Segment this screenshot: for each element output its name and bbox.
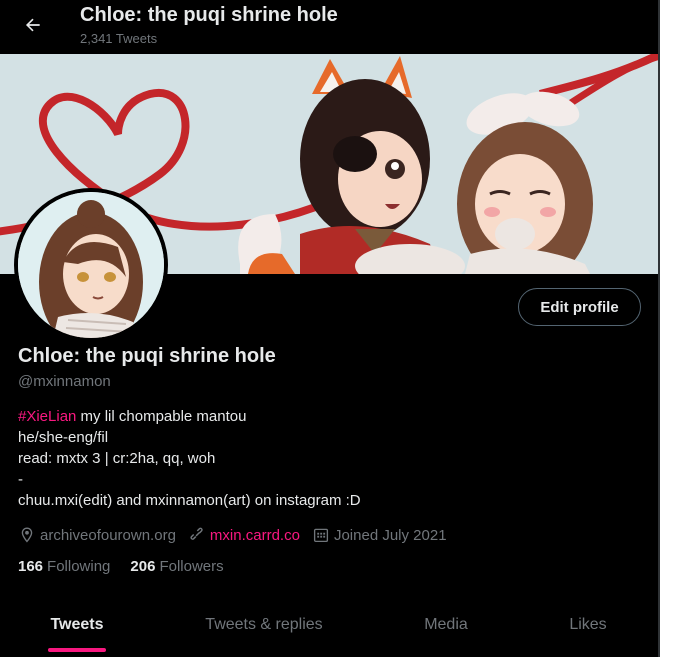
profile-column: Chloe: the puqi shrine hole 2,341 Tweets: [0, 0, 658, 657]
profile-joined: Joined July 2021: [312, 526, 447, 544]
tab-media-label: Media: [424, 616, 468, 633]
profile-bio: #XieLian my lil chompable mantou he/she-…: [18, 406, 361, 511]
bio-line-5: chuu.mxi(edit) and mxinnamon(art) on ins…: [18, 492, 361, 509]
avatar-illustration: [18, 192, 164, 338]
tweet-count: 2,341 Tweets: [80, 31, 158, 46]
profile-name: Chloe: the puqi shrine hole: [18, 345, 276, 367]
tab-likes[interactable]: Likes: [518, 600, 658, 650]
bio-line-4: -: [18, 471, 23, 488]
bio-line-1-text: my lil chompable mantou: [76, 408, 247, 425]
profile-tabs: Tweets Tweets & replies Media Likes: [0, 600, 658, 657]
website-link[interactable]: mxin.carrd.co: [210, 527, 300, 544]
location-text: archiveofourown.org: [40, 526, 176, 544]
header-title: Chloe: the puqi shrine hole: [80, 4, 338, 26]
profile-meta: archiveofourown.org mxin.carrd.co Joined…: [18, 524, 459, 546]
edit-profile-button[interactable]: Edit profile: [518, 288, 641, 326]
followers-count: 206: [130, 558, 156, 575]
profile-stats: 166 Following 206 Followers: [18, 558, 244, 575]
profile-website: mxin.carrd.co: [188, 526, 300, 544]
tab-likes-label: Likes: [569, 616, 607, 633]
following-count: 166: [18, 558, 44, 575]
column-divider: [658, 0, 660, 657]
profile-avatar[interactable]: [14, 188, 168, 342]
app: Chloe: the puqi shrine hole 2,341 Tweets: [0, 0, 680, 657]
followers-link[interactable]: 206 Followers: [130, 558, 223, 575]
profile-handle: @mxinnamon: [18, 373, 111, 390]
bio-line-2: he/she-eng/fil: [18, 429, 109, 446]
followers-label: Followers: [159, 558, 224, 575]
bio-hashtag-link[interactable]: #XieLian: [18, 408, 76, 425]
back-button[interactable]: [16, 8, 50, 42]
location-pin-icon: [21, 527, 33, 543]
tab-tweets-label: Tweets: [50, 616, 104, 633]
bio-line-1: #XieLian my lil chompable mantou: [18, 406, 361, 427]
following-label: Following: [47, 558, 111, 575]
tab-tweets[interactable]: Tweets: [0, 600, 154, 652]
calendar-icon: [313, 528, 329, 543]
bio-line-3: read: mxtx 3 | cr:2ha, qq, woh: [18, 450, 216, 467]
tab-media[interactable]: Media: [374, 600, 518, 650]
following-link[interactable]: 166 Following: [18, 558, 110, 575]
arrow-left-icon: [25, 18, 40, 32]
joined-text: Joined July 2021: [333, 526, 447, 544]
tab-replies-label: Tweets & replies: [205, 616, 323, 633]
top-header: Chloe: the puqi shrine hole 2,341 Tweets: [0, 0, 658, 54]
link-icon: [190, 527, 203, 540]
tab-tweets-and-replies[interactable]: Tweets & replies: [154, 600, 374, 650]
profile-location: archiveofourown.org: [18, 526, 176, 544]
active-tab-indicator: [48, 648, 106, 652]
